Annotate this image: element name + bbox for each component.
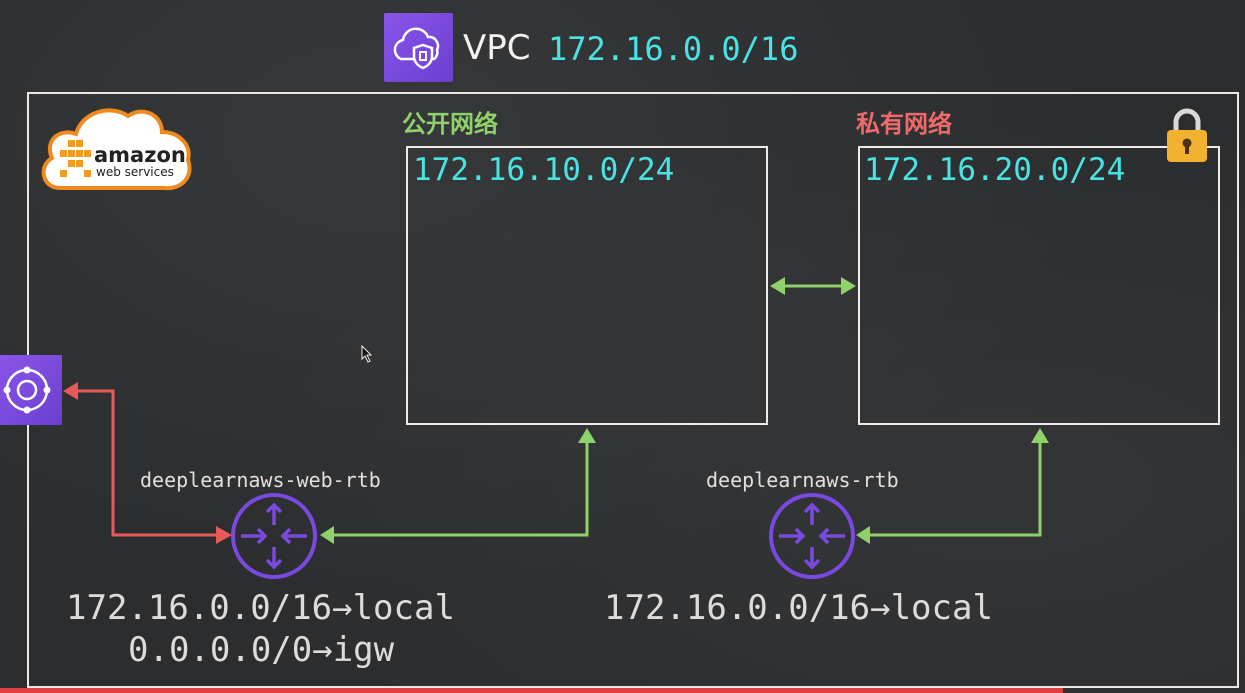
connection-arrows — [63, 277, 1049, 544]
arrow-head-to-private-router — [856, 526, 870, 544]
arrow-head-to-web-router — [216, 526, 232, 544]
arrow-head-to-private-subnet — [1031, 428, 1049, 443]
igw-link-line — [72, 389, 218, 537]
arrow-head-to-web-router-green — [320, 526, 334, 544]
web-subnet-link-line — [330, 440, 589, 537]
video-progress-bar — [0, 688, 1063, 693]
private-subnet-link-line — [868, 440, 1042, 537]
arrow-head-left — [770, 277, 785, 295]
mouse-cursor-icon — [361, 344, 375, 363]
arrow-head-to-igw — [63, 382, 78, 400]
arrow-head-to-public-subnet — [578, 428, 596, 443]
arrow-head-right — [841, 277, 856, 295]
